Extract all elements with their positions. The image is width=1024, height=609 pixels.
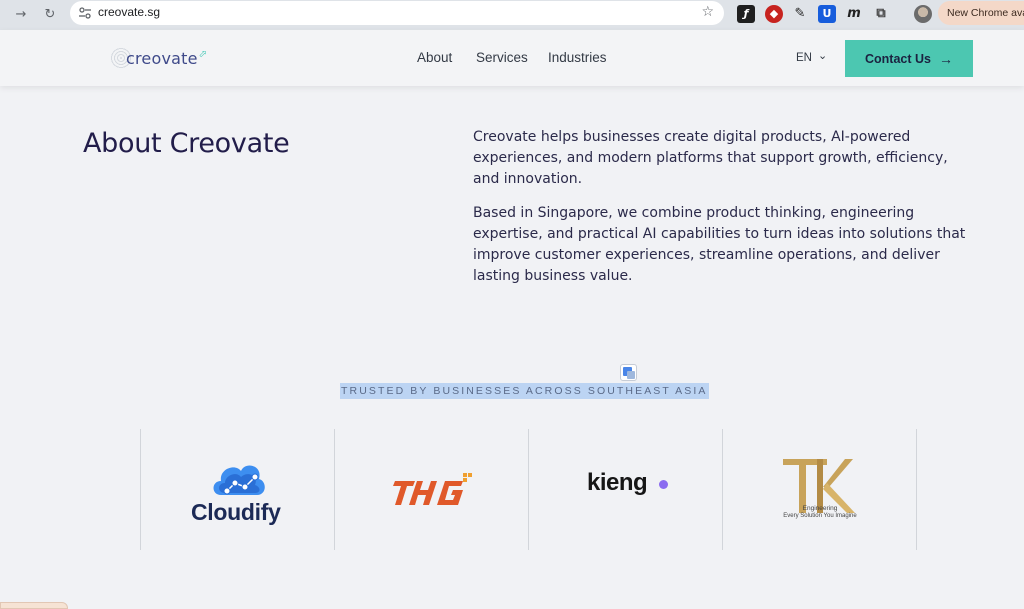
nav-industries[interactable]: Industries <box>548 50 607 65</box>
logo-arrow-icon: ⬀ <box>198 48 208 60</box>
tk-tagline-2: Every Solution You Imagine <box>783 513 857 519</box>
fontsninja-icon[interactable]: ƒ <box>737 5 755 23</box>
logo-text: creovate <box>126 48 198 68</box>
client-logo-kieng: kieng <box>528 429 722 550</box>
client-logo-cloudify: Cloudify <box>140 429 334 550</box>
reload-icon[interactable]: ↻ <box>41 6 59 24</box>
forward-icon[interactable]: → <box>12 6 30 24</box>
download-shelf-tab[interactable] <box>0 602 68 609</box>
nav-services[interactable]: Services <box>476 50 528 65</box>
contact-us-button[interactable]: Contact Us → <box>845 40 973 77</box>
kieng-wordmark: kieng <box>587 469 648 496</box>
avatar[interactable] <box>914 5 932 23</box>
client-logo-thg <box>334 429 528 550</box>
tk-tagline-1: Engineering <box>802 505 838 512</box>
page-title: About Creovate <box>83 128 290 159</box>
translate-icon[interactable] <box>620 364 637 381</box>
puzzle-icon[interactable]: ⧉ <box>872 5 890 23</box>
bitwarden-icon[interactable]: U <box>818 5 836 23</box>
about-paragraph-2: Based in Singapore, we combine product t… <box>473 205 966 284</box>
new-chrome-button[interactable]: New Chrome ava <box>938 1 1024 25</box>
cloud-icon <box>213 465 265 495</box>
site-header: creovate ⬀ About Services Industries EN … <box>0 30 1024 86</box>
ublock-icon[interactable]: ◆ <box>765 5 783 23</box>
language-selector[interactable]: EN <box>796 52 812 64</box>
site-settings-icon[interactable] <box>78 6 92 20</box>
bookmark-star-icon[interactable]: ☆ <box>701 4 714 20</box>
eyedropper-icon[interactable]: ✎ <box>791 5 809 23</box>
browser-toolbar: → ↻ creovate.sg ☆ ƒ ◆ ✎ U m ⧉ New Chrome… <box>0 0 1024 30</box>
url-text[interactable]: creovate.sg <box>98 5 160 19</box>
creovate-logo[interactable]: creovate ⬀ <box>110 44 207 72</box>
nav-about[interactable]: About <box>417 50 452 65</box>
about-paragraph-1: Creovate helps businesses create digital… <box>473 129 948 187</box>
cloudify-wordmark: Cloudify <box>191 499 281 525</box>
m-icon[interactable]: m <box>845 5 863 23</box>
kieng-dot-icon <box>659 480 668 489</box>
trusted-heading: TRUSTED BY BUSINESSES ACROSS SOUTHEAST A… <box>340 383 709 399</box>
address-bar[interactable]: creovate.sg ☆ <box>70 1 724 25</box>
divider <box>916 429 917 550</box>
arrow-right-icon: → <box>938 50 953 67</box>
contact-us-label: Contact Us <box>865 51 931 66</box>
thg-logo-icon <box>393 473 472 505</box>
chevron-down-icon[interactable]: ⌄ <box>818 49 827 62</box>
client-logo-tk: Engineering Every Solution You Imagine <box>722 429 916 550</box>
